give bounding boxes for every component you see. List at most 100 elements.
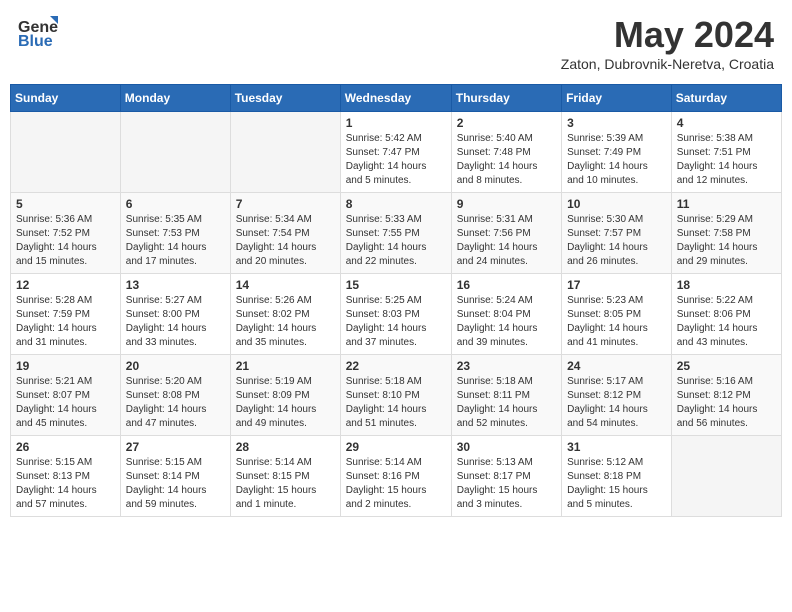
day-number: 16	[457, 278, 556, 292]
day-number: 28	[236, 440, 335, 454]
calendar-cell: 21 Sunrise: 5:19 AM Sunset: 8:09 PM Dayli…	[230, 355, 340, 436]
calendar-cell: 10 Sunrise: 5:30 AM Sunset: 7:57 PM Dayli…	[562, 193, 672, 274]
calendar-cell: 4Sunrise: 5:38 AM Sunset: 7:51 PM Daylig…	[671, 112, 781, 193]
calendar-week-1: 1Sunrise: 5:42 AM Sunset: 7:47 PM Daylig…	[11, 112, 782, 193]
calendar-week-3: 12 Sunrise: 5:28 AM Sunset: 7:59 PM Dayli…	[11, 274, 782, 355]
day-number: 1	[346, 116, 446, 130]
calendar-cell: 27Sunrise: 5:15 AM Sunset: 8:14 PM Dayli…	[120, 436, 230, 517]
day-number: 25	[677, 359, 776, 373]
calendar-cell: 29 Sunrise: 5:14 AM Sunset: 8:16 PM Dayli…	[340, 436, 451, 517]
calendar-cell: 7 Sunrise: 5:34 AM Sunset: 7:54 PM Daylig…	[230, 193, 340, 274]
day-info: Sunrise: 5:27 AM Sunset: 8:00 PM Dayligh…	[126, 294, 225, 350]
day-number: 30	[457, 440, 556, 454]
day-info: Sunrise: 5:20 AM Sunset: 8:08 PM Dayligh…	[126, 375, 225, 431]
weekday-header-tuesday: Tuesday	[230, 85, 340, 112]
day-number: 29	[346, 440, 446, 454]
calendar-cell: 16 Sunrise: 5:24 AM Sunset: 8:04 PM Dayli…	[451, 274, 561, 355]
day-number: 9	[457, 197, 556, 211]
weekday-header-wednesday: Wednesday	[340, 85, 451, 112]
day-info: Sunrise: 5:14 AM Sunset: 8:15 PM Dayligh…	[236, 456, 335, 512]
day-info: Sunrise: 5:22 AM Sunset: 8:06 PM Dayligh…	[677, 294, 776, 350]
calendar-cell: 23 Sunrise: 5:18 AM Sunset: 8:11 PM Dayli…	[451, 355, 561, 436]
day-number: 2	[457, 116, 556, 130]
day-number: 7	[236, 197, 335, 211]
calendar-cell: 18 Sunrise: 5:22 AM Sunset: 8:06 PM Dayli…	[671, 274, 781, 355]
calendar-cell: 2 Sunrise: 5:40 AM Sunset: 7:48 PM Daylig…	[451, 112, 561, 193]
calendar-cell: 3Sunrise: 5:39 AM Sunset: 7:49 PM Daylig…	[562, 112, 672, 193]
day-info: Sunrise: 5:35 AM Sunset: 7:53 PM Dayligh…	[126, 213, 225, 269]
day-info: Sunrise: 5:17 AM Sunset: 8:12 PM Dayligh…	[567, 375, 666, 431]
day-info: Sunrise: 5:18 AM Sunset: 8:10 PM Dayligh…	[346, 375, 446, 431]
calendar-table: SundayMondayTuesdayWednesdayThursdayFrid…	[10, 84, 782, 517]
month-title: May 2024	[561, 14, 774, 56]
calendar-cell	[671, 436, 781, 517]
calendar-cell: 9 Sunrise: 5:31 AM Sunset: 7:56 PM Daylig…	[451, 193, 561, 274]
logo: General Blue	[18, 14, 60, 50]
calendar-cell: 17 Sunrise: 5:23 AM Sunset: 8:05 PM Dayli…	[562, 274, 672, 355]
calendar-cell: 14 Sunrise: 5:26 AM Sunset: 8:02 PM Dayli…	[230, 274, 340, 355]
day-number: 5	[16, 197, 115, 211]
calendar-cell: 19 Sunrise: 5:21 AM Sunset: 8:07 PM Dayli…	[11, 355, 121, 436]
day-number: 24	[567, 359, 666, 373]
weekday-header-friday: Friday	[562, 85, 672, 112]
calendar-cell: 12 Sunrise: 5:28 AM Sunset: 7:59 PM Dayli…	[11, 274, 121, 355]
day-info: Sunrise: 5:24 AM Sunset: 8:04 PM Dayligh…	[457, 294, 556, 350]
day-info: Sunrise: 5:40 AM Sunset: 7:48 PM Dayligh…	[457, 132, 556, 188]
day-info: Sunrise: 5:34 AM Sunset: 7:54 PM Dayligh…	[236, 213, 335, 269]
day-info: Sunrise: 5:18 AM Sunset: 8:11 PM Dayligh…	[457, 375, 556, 431]
calendar-cell: 28 Sunrise: 5:14 AM Sunset: 8:15 PM Dayli…	[230, 436, 340, 517]
calendar-cell: 13 Sunrise: 5:27 AM Sunset: 8:00 PM Dayli…	[120, 274, 230, 355]
day-info: Sunrise: 5:14 AM Sunset: 8:16 PM Dayligh…	[346, 456, 446, 512]
calendar-cell: 6 Sunrise: 5:35 AM Sunset: 7:53 PM Daylig…	[120, 193, 230, 274]
calendar-cell: 8 Sunrise: 5:33 AM Sunset: 7:55 PM Daylig…	[340, 193, 451, 274]
day-number: 18	[677, 278, 776, 292]
day-number: 23	[457, 359, 556, 373]
day-number: 11	[677, 197, 776, 211]
day-number: 12	[16, 278, 115, 292]
day-info: Sunrise: 5:15 AM Sunset: 8:13 PM Dayligh…	[16, 456, 115, 512]
calendar-cell: 26 Sunrise: 5:15 AM Sunset: 8:13 PM Dayli…	[11, 436, 121, 517]
day-info: Sunrise: 5:30 AM Sunset: 7:57 PM Dayligh…	[567, 213, 666, 269]
day-info: Sunrise: 5:33 AM Sunset: 7:55 PM Dayligh…	[346, 213, 446, 269]
day-info: Sunrise: 5:16 AM Sunset: 8:12 PM Dayligh…	[677, 375, 776, 431]
calendar-cell	[11, 112, 121, 193]
weekday-header-thursday: Thursday	[451, 85, 561, 112]
day-number: 20	[126, 359, 225, 373]
day-info: Sunrise: 5:15 AM Sunset: 8:14 PM Dayligh…	[126, 456, 225, 512]
day-info: Sunrise: 5:26 AM Sunset: 8:02 PM Dayligh…	[236, 294, 335, 350]
day-info: Sunrise: 5:28 AM Sunset: 7:59 PM Dayligh…	[16, 294, 115, 350]
day-info: Sunrise: 5:12 AM Sunset: 8:18 PM Dayligh…	[567, 456, 666, 512]
calendar-week-5: 26 Sunrise: 5:15 AM Sunset: 8:13 PM Dayli…	[11, 436, 782, 517]
calendar-week-2: 5Sunrise: 5:36 AM Sunset: 7:52 PM Daylig…	[11, 193, 782, 274]
calendar-cell: 5Sunrise: 5:36 AM Sunset: 7:52 PM Daylig…	[11, 193, 121, 274]
day-info: Sunrise: 5:21 AM Sunset: 8:07 PM Dayligh…	[16, 375, 115, 431]
calendar-cell: 22 Sunrise: 5:18 AM Sunset: 8:10 PM Dayli…	[340, 355, 451, 436]
svg-text:Blue: Blue	[18, 33, 53, 50]
day-info: Sunrise: 5:19 AM Sunset: 8:09 PM Dayligh…	[236, 375, 335, 431]
day-number: 17	[567, 278, 666, 292]
day-info: Sunrise: 5:13 AM Sunset: 8:17 PM Dayligh…	[457, 456, 556, 512]
calendar-cell: 1Sunrise: 5:42 AM Sunset: 7:47 PM Daylig…	[340, 112, 451, 193]
day-number: 19	[16, 359, 115, 373]
day-info: Sunrise: 5:25 AM Sunset: 8:03 PM Dayligh…	[346, 294, 446, 350]
calendar-cell	[120, 112, 230, 193]
day-number: 22	[346, 359, 446, 373]
day-number: 6	[126, 197, 225, 211]
weekday-header-sunday: Sunday	[11, 85, 121, 112]
day-number: 13	[126, 278, 225, 292]
calendar-cell	[230, 112, 340, 193]
calendar-cell: 30 Sunrise: 5:13 AM Sunset: 8:17 PM Dayli…	[451, 436, 561, 517]
calendar-week-4: 19 Sunrise: 5:21 AM Sunset: 8:07 PM Dayli…	[11, 355, 782, 436]
calendar-cell: 15 Sunrise: 5:25 AM Sunset: 8:03 PM Dayli…	[340, 274, 451, 355]
day-number: 21	[236, 359, 335, 373]
day-info: Sunrise: 5:23 AM Sunset: 8:05 PM Dayligh…	[567, 294, 666, 350]
day-number: 10	[567, 197, 666, 211]
calendar-cell: 11Sunrise: 5:29 AM Sunset: 7:58 PM Dayli…	[671, 193, 781, 274]
day-number: 3	[567, 116, 666, 130]
day-info: Sunrise: 5:31 AM Sunset: 7:56 PM Dayligh…	[457, 213, 556, 269]
weekday-header-monday: Monday	[120, 85, 230, 112]
day-number: 14	[236, 278, 335, 292]
day-number: 26	[16, 440, 115, 454]
day-number: 15	[346, 278, 446, 292]
day-number: 8	[346, 197, 446, 211]
